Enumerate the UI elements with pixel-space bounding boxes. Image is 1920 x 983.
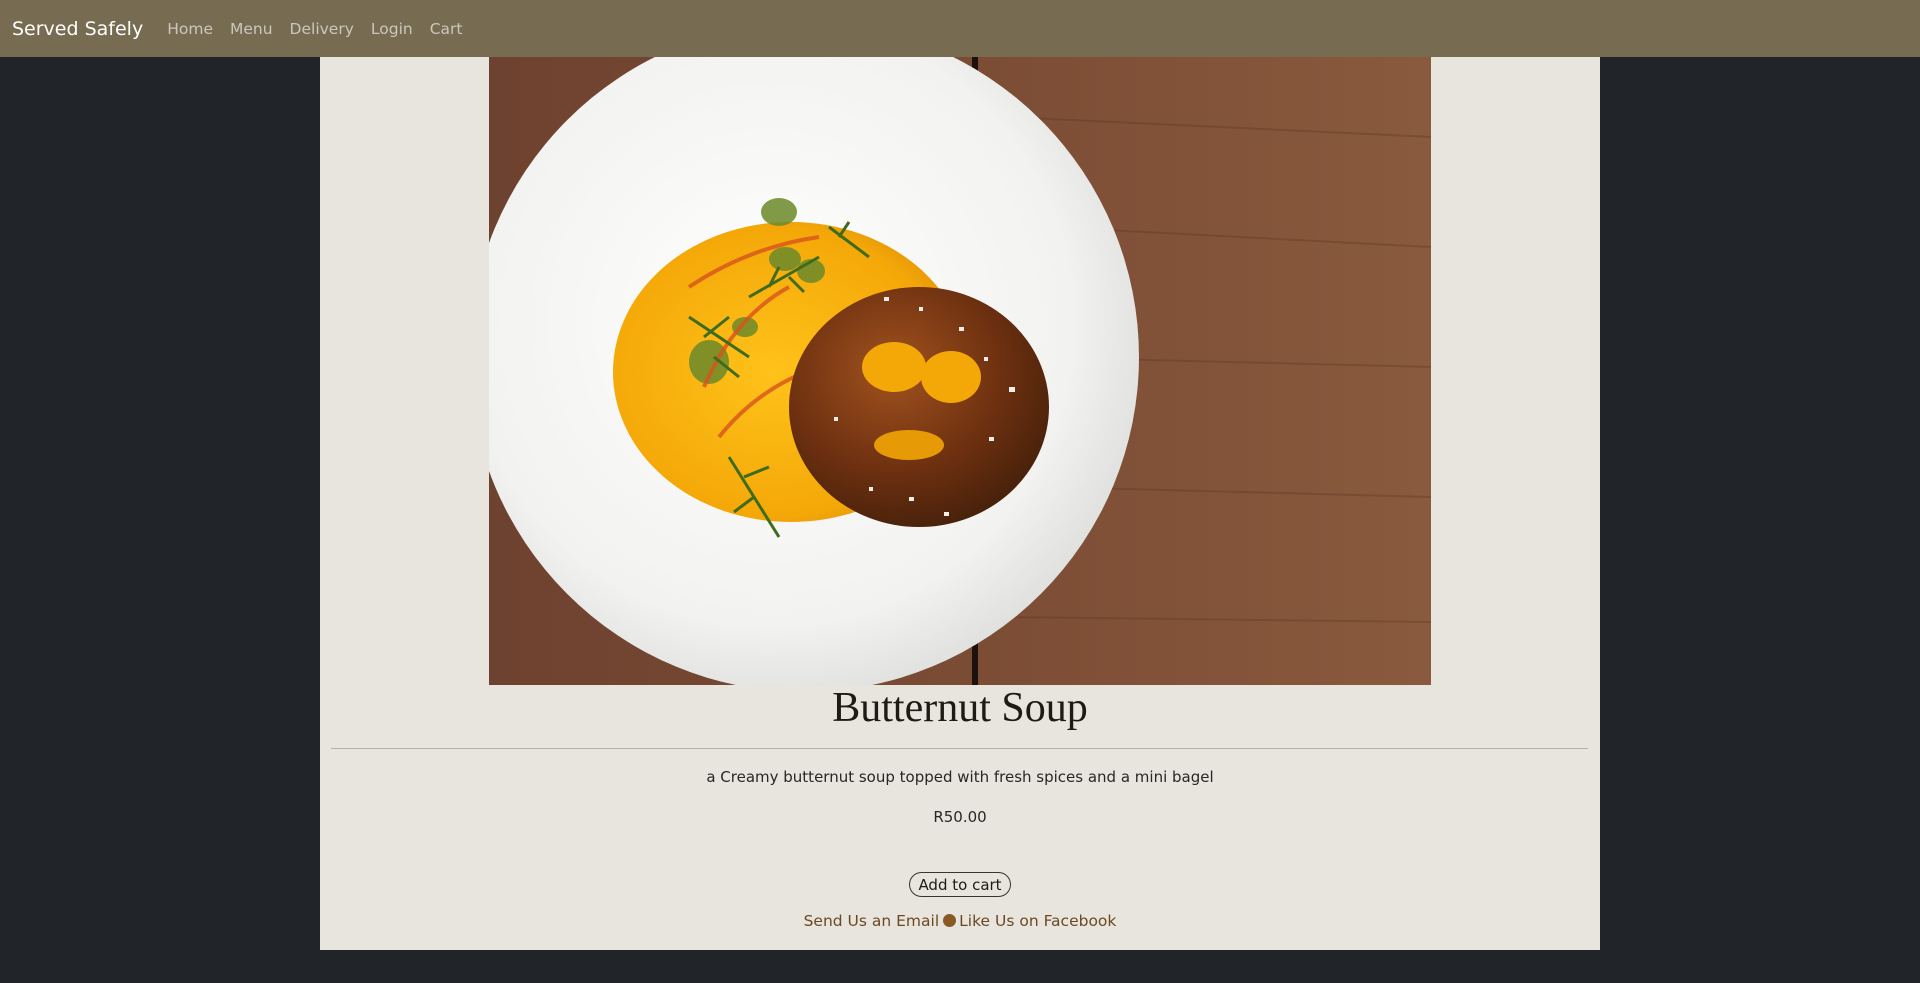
nav-link-menu[interactable]: Menu: [230, 20, 273, 38]
product-panel: Butternut Soup a Creamy butternut soup t…: [320, 57, 1600, 950]
separator-dot-icon: [943, 914, 957, 927]
nav-link-login[interactable]: Login: [371, 20, 413, 38]
brand-logo-link[interactable]: Served Safely: [12, 18, 143, 40]
product-price: R50.00: [933, 808, 987, 826]
nav-link-cart[interactable]: Cart: [430, 20, 463, 38]
product-description: a Creamy butternut soup topped with fres…: [706, 768, 1214, 786]
email-link[interactable]: Send Us an Email: [804, 912, 940, 930]
navbar: Served Safely Home Menu Delivery Login C…: [0, 0, 1920, 57]
nav-link-delivery[interactable]: Delivery: [290, 20, 354, 38]
facebook-link[interactable]: Like Us on Facebook: [959, 912, 1116, 930]
product-image: [489, 57, 1431, 685]
nav-link-home[interactable]: Home: [167, 20, 213, 38]
add-to-cart-button[interactable]: Add to cart: [909, 872, 1011, 897]
product-title: Butternut Soup: [832, 685, 1088, 731]
divider: [331, 748, 1588, 749]
footer-links: Send Us an Email Like Us on Facebook: [320, 912, 1600, 930]
